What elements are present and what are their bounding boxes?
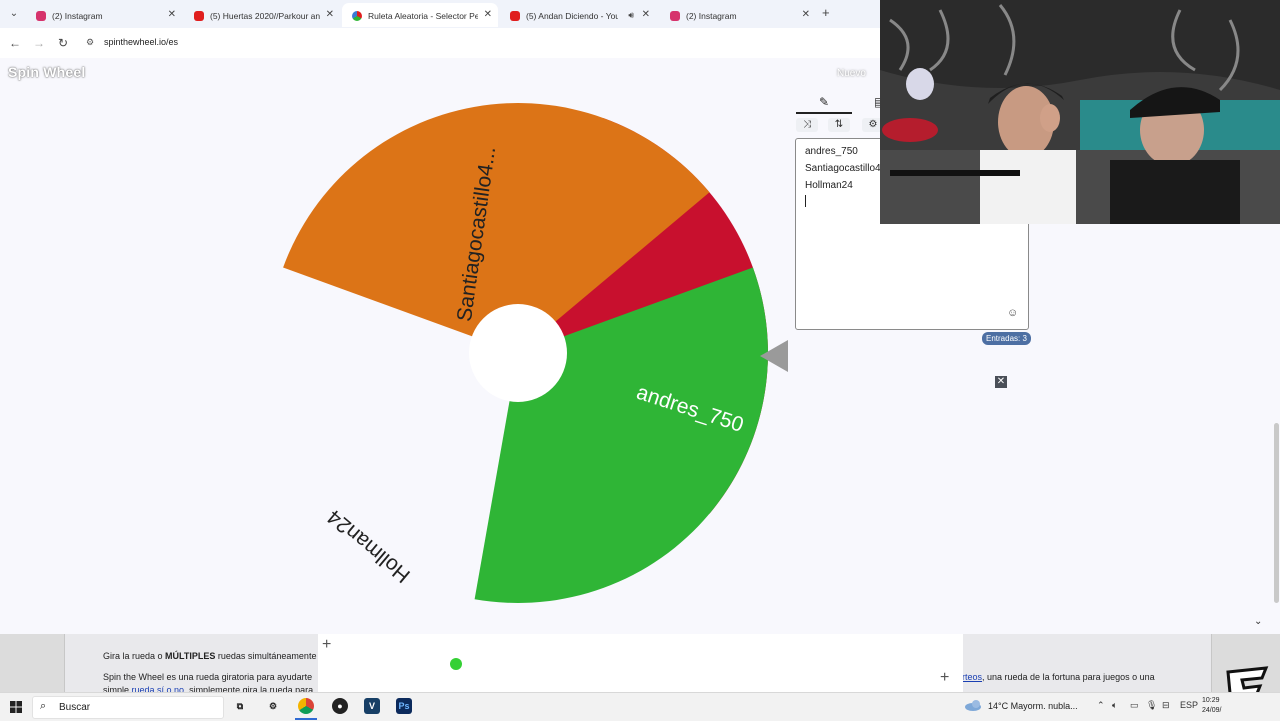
- tab-search-dropdown[interactable]: ⌄: [6, 6, 22, 22]
- close-icon[interactable]: ✕: [802, 3, 810, 27]
- site-info-icon[interactable]: ⚙: [86, 37, 94, 48]
- webcam-overlay: [880, 0, 1280, 224]
- stream-overlay-panel: [318, 634, 963, 692]
- entry-line: Hollman24: [805, 180, 853, 191]
- tab-youtube-andan[interactable]: (5) Andan Diciendo - YouTu 🔊︎ ✕: [500, 3, 656, 27]
- shuffle-icon[interactable]: ⤨: [796, 118, 818, 132]
- language-indicator[interactable]: ESP: [1180, 700, 1198, 710]
- wheel-pointer-icon: [760, 340, 788, 372]
- crosshair-plus-icon: +: [940, 669, 950, 686]
- speaker-icon[interactable]: 🔊︎: [628, 3, 634, 27]
- windows-taskbar: ⌕ Buscar ⧉ ⚙ ● V Ps 14°C Mayorm. nubla..…: [0, 692, 1280, 721]
- new-tab-plus-icon[interactable]: +: [822, 5, 830, 20]
- close-icon[interactable]: ✕: [168, 3, 176, 27]
- sort-icon[interactable]: ⇅: [828, 118, 850, 132]
- wheel-center-button[interactable]: [469, 304, 567, 402]
- youtube-icon: [510, 10, 520, 21]
- ad-close-icon[interactable]: ✕: [995, 376, 1007, 388]
- pencil-icon[interactable]: ✎: [796, 92, 852, 114]
- close-icon[interactable]: ✕: [326, 3, 334, 27]
- chrome-icon[interactable]: [298, 698, 314, 714]
- entry-line: Santiagocastillo4: [805, 163, 881, 174]
- windows-start-icon[interactable]: [10, 701, 22, 713]
- instagram-icon: [36, 10, 46, 21]
- youtube-icon: [194, 10, 204, 21]
- clock-date: 24/09/: [1202, 707, 1222, 714]
- address-bar[interactable]: spinthewheel.io/es: [104, 37, 178, 47]
- search-icon: ⌕: [40, 700, 47, 712]
- description-line-2-tail: rteos, una rueda de la fortuna para jueg…: [962, 672, 1155, 682]
- network-icon[interactable]: ⊟: [1162, 700, 1170, 711]
- new-button[interactable]: Nuevo: [837, 68, 866, 79]
- tab-instagram-1[interactable]: (2) Instagram ✕: [26, 3, 182, 27]
- reload-icon[interactable]: ↻: [54, 34, 72, 52]
- widgets-icon[interactable]: ⚙: [265, 698, 281, 714]
- raffle-link[interactable]: rteos: [962, 672, 982, 682]
- tab-instagram-2[interactable]: (2) Instagram ✕: [660, 3, 816, 27]
- task-view-icon[interactable]: ⧉: [232, 698, 248, 714]
- description-line-1: Gira la rueda o MÚLTIPLES ruedas simultá…: [103, 651, 317, 661]
- site-logo[interactable]: Spin Wheel: [8, 64, 85, 80]
- tab-ruleta-active[interactable]: Ruleta Aleatoria - Selector Pers ✕: [342, 3, 498, 27]
- vegas-icon[interactable]: V: [364, 698, 380, 714]
- chevron-up-icon[interactable]: ⌃: [1097, 700, 1105, 711]
- obs-icon[interactable]: ●: [332, 698, 348, 714]
- wheel-label-hollman: Hollman24: [323, 505, 415, 587]
- weather-widget[interactable]: 14°C Mayorm. nubla...: [988, 701, 1078, 711]
- spin-wheel[interactable]: andres_750 Hollman24 Santiagocastillo4..…: [268, 103, 768, 603]
- tab-youtube-huertas[interactable]: (5) Huertas 2020//Parkour and ✕: [184, 3, 340, 27]
- speaker-icon[interactable]: 🔈︎: [1112, 700, 1117, 711]
- wheel-favicon: [352, 10, 362, 21]
- text-caret: [805, 195, 806, 207]
- back-arrow-icon[interactable]: ←: [6, 34, 24, 52]
- photoshop-icon[interactable]: Ps: [396, 698, 412, 714]
- battery-icon[interactable]: ▭: [1130, 700, 1139, 711]
- entry-line: andres_750: [805, 146, 858, 157]
- instagram-icon: [670, 10, 680, 21]
- scroll-down-chevron-icon[interactable]: ⌄: [1254, 616, 1262, 627]
- crosshair-plus-icon: +: [322, 636, 332, 653]
- entries-count-badge: Entradas: 3: [982, 332, 1031, 345]
- forward-arrow-icon[interactable]: →: [30, 34, 48, 52]
- webcam-video: [880, 0, 1280, 224]
- close-icon[interactable]: ✕: [484, 3, 492, 27]
- close-icon[interactable]: ✕: [642, 3, 650, 27]
- taskbar-search-box[interactable]: ⌕ Buscar: [32, 696, 224, 719]
- weather-cloud-icon: [965, 700, 981, 711]
- clock-time: 10:29: [1202, 697, 1220, 704]
- taskbar-clock[interactable]: 10:29 24/09/: [1202, 696, 1221, 716]
- entries-panel-tabs: ✎ ▤: [796, 92, 885, 114]
- microphone-icon[interactable]: 🎙︎: [1146, 700, 1157, 711]
- description-line-2: Spin the Wheel es una rueda giratoria pa…: [103, 672, 313, 682]
- scrollbar-thumb[interactable]: [1274, 423, 1279, 603]
- emoji-icon[interactable]: ☺: [1007, 307, 1018, 319]
- status-dot-icon: [450, 658, 462, 670]
